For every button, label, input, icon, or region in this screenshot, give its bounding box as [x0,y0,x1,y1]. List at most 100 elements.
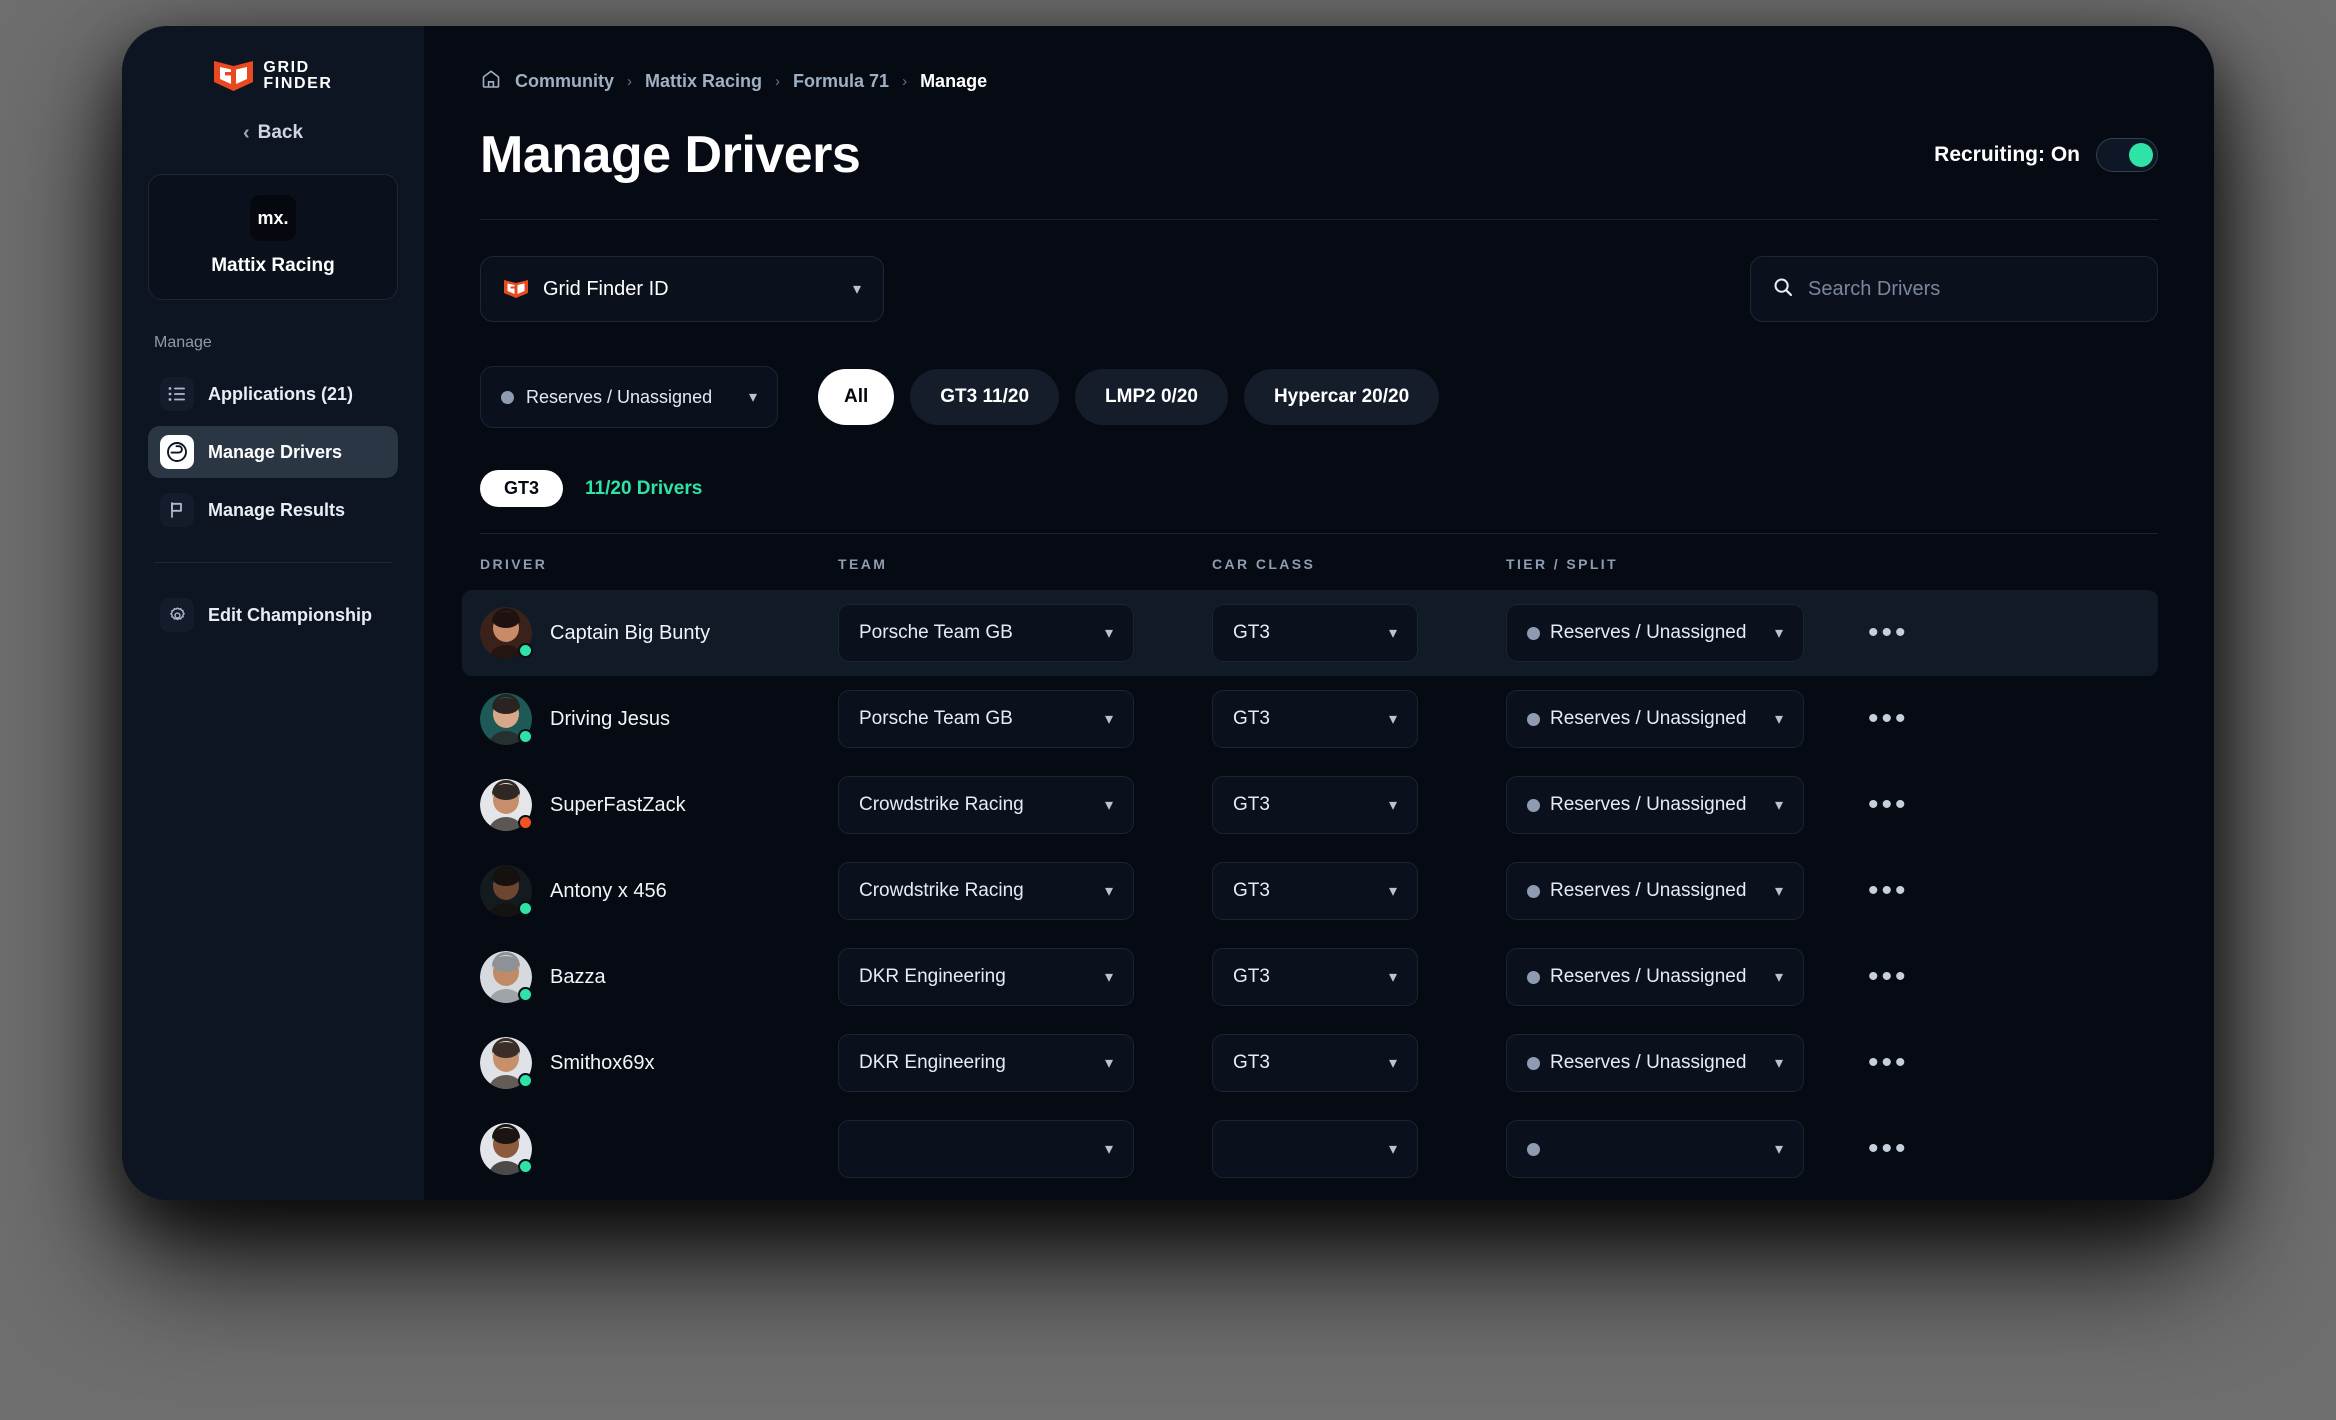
tier-split-select[interactable]: Reserves / Unassigned ▾ [1506,776,1804,834]
car-class-value: GT3 [1233,622,1270,643]
status-dot-icon [1527,1142,1540,1156]
home-icon[interactable] [480,68,502,95]
chevron-down-icon: ▾ [1774,1141,1783,1158]
team-select[interactable]: Crowdstrike Racing ▾ [838,862,1134,920]
gridfinder-badge-icon [503,279,529,299]
car-class-select[interactable]: GT3 ▾ [1212,776,1418,834]
tier-split-select[interactable]: Reserves / Unassigned ▾ [1506,948,1804,1006]
table-row[interactable]: Smithox69x DKR Engineering ▾ GT3 ▾ Reserves /… [462,1020,2158,1106]
status-dot-icon [518,987,533,1002]
chevron-right-icon: › [902,73,908,90]
team-select[interactable]: ▾ [838,1120,1134,1178]
team-select[interactable]: Crowdstrike Racing ▾ [838,776,1134,834]
chevron-down-icon: ▾ [1388,711,1397,728]
chevron-down-icon: ▾ [1104,625,1113,642]
chevron-down-icon: ▾ [1774,797,1783,814]
drivers-table: DRIVER TEAM CAR CLASS TIER / SPLIT Capta… [462,533,2158,1192]
table-row[interactable]: Driving Jesus Porsche Team GB ▾ GT3 ▾ Reserve… [462,676,2158,762]
status-dot-icon [1527,970,1540,984]
table-row[interactable]: Captain Big Bunty Porsche Team GB ▾ GT3 ▾ Res… [462,590,2158,676]
table-row[interactable]: SuperFastZack Crowdstrike Racing ▾ GT3 ▾ Rese… [462,762,2158,848]
avatar [480,1037,533,1089]
main-content: Community › Mattix Racing › Formula 71 ›… [424,26,2214,1200]
driver-name: Captain Big Bunty [550,621,711,644]
app-logo[interactable]: GRID FINDER [148,60,398,92]
flag-icon [160,493,194,527]
car-class-select[interactable]: ▾ [1212,1120,1418,1178]
team-value: Porsche Team GB [859,708,1013,729]
tier-split-select[interactable]: Reserves / Unassigned ▾ [1506,1034,1804,1092]
filter-pill-all[interactable]: All [818,369,895,425]
kebab-menu-icon[interactable]: ••• [1834,1132,1909,1165]
recruiting-control: Recruiting: On [1934,138,2158,172]
tier-split-select[interactable]: Reserves / Unassigned ▾ [1506,690,1804,748]
team-card[interactable]: mx. Mattix Racing [148,174,398,300]
team-select[interactable]: Porsche Team GB ▾ [838,604,1134,662]
car-class-value: GT3 [1233,1052,1270,1073]
sidebar-item-manage-results[interactable]: Manage Results [148,484,398,536]
tier-split-select[interactable]: Reserves / Unassigned ▾ [1506,862,1804,920]
column-header-driver: DRIVER [480,556,548,572]
avatar [480,865,533,917]
group-class-chip[interactable]: GT3 [480,470,564,507]
chevron-right-icon: › [627,73,632,90]
page-title: Manage Drivers [480,126,861,184]
status-dot-icon [518,815,533,830]
sidebar-item-label: Applications (21) [208,383,354,404]
kebab-menu-icon[interactable]: ••• [1834,874,1909,907]
kebab-menu-icon[interactable]: ••• [1834,616,1909,649]
filter-pill-lmp2[interactable]: LMP2 0/20 [1075,369,1228,425]
avatar [480,1123,533,1175]
team-value: DKR Engineering [859,1052,1006,1073]
tier-split-select[interactable]: Reserves / Unassigned ▾ [1506,604,1804,662]
car-class-select[interactable]: GT3 ▾ [1212,948,1418,1006]
driver-name: Bazza [550,965,606,988]
group-header: GT3 11/20 Drivers [480,470,2158,507]
breadcrumb-item-community[interactable]: Community [515,71,614,92]
sidebar-item-manage-drivers[interactable]: Manage Drivers [148,426,398,478]
status-dot-icon [518,901,533,916]
kebab-menu-icon[interactable]: ••• [1834,1046,1909,1079]
team-select[interactable]: Porsche Team GB ▾ [838,690,1134,748]
filter-pill-hypercar[interactable]: Hypercar 20/20 [1243,369,1440,425]
recruiting-toggle[interactable] [2096,138,2158,172]
car-class-select[interactable]: GT3 ▾ [1212,690,1418,748]
avatar [480,779,533,831]
table-row[interactable]: Antony x 456 Crowdstrike Racing ▾ GT3 ▾ Reser… [462,848,2158,934]
group-driver-count: 11/20 Drivers [585,477,703,499]
tier-split-value: Reserves / Unassigned [1550,708,1747,729]
chevron-down-icon: ▾ [1388,625,1397,642]
table-row[interactable]: Bazza DKR Engineering ▾ GT3 ▾ Reserves / Unas… [462,934,2158,1020]
table-row[interactable]: ▾ ▾ ▾ ••• [462,1106,2158,1192]
filter-pill-gt3[interactable]: GT3 11/20 [910,369,1060,425]
search-drivers-box[interactable] [1750,256,2158,322]
car-class-value: GT3 [1233,880,1270,901]
tier-split-select[interactable]: ▾ [1506,1120,1804,1178]
car-class-select[interactable]: GT3 ▾ [1212,862,1418,920]
car-class-select[interactable]: GT3 ▾ [1212,604,1418,662]
kebab-menu-icon[interactable]: ••• [1834,960,1909,993]
back-button[interactable]: ‹ Back [148,122,398,144]
gridfinder-id-label: Grid Finder ID [543,277,669,300]
app-window: GRID FINDER ‹ Back mx. Mattix Racing Man… [122,26,2214,1200]
team-select[interactable]: DKR Engineering ▾ [838,948,1134,1006]
sidebar-item-edit-championship[interactable]: Edit Championship [148,589,398,641]
team-select[interactable]: DKR Engineering ▾ [838,1034,1134,1092]
kebab-menu-icon[interactable]: ••• [1834,788,1909,821]
logo-text-line2: FINDER [263,75,333,92]
chevron-right-icon: › [775,73,781,90]
kebab-menu-icon[interactable]: ••• [1834,702,1909,735]
car-class-select[interactable]: GT3 ▾ [1212,1034,1418,1092]
chevron-left-icon: ‹ [242,122,250,144]
header-divider [480,219,2158,220]
chevron-down-icon: ▾ [1104,969,1113,986]
search-input[interactable] [1808,277,2135,301]
tier-filter-select[interactable]: Reserves / Unassigned ▾ [480,366,778,428]
sidebar-item-applications[interactable]: Applications (21) [148,368,398,420]
driver-name: Driving Jesus [550,707,671,730]
gridfinder-id-select[interactable]: Grid Finder ID ▾ [480,256,884,322]
breadcrumb-item-mattix-racing[interactable]: Mattix Racing [645,71,762,92]
team-name: Mattix Racing [211,255,335,276]
breadcrumb-item-formula-71[interactable]: Formula 71 [793,71,889,92]
list-icon [160,377,194,411]
